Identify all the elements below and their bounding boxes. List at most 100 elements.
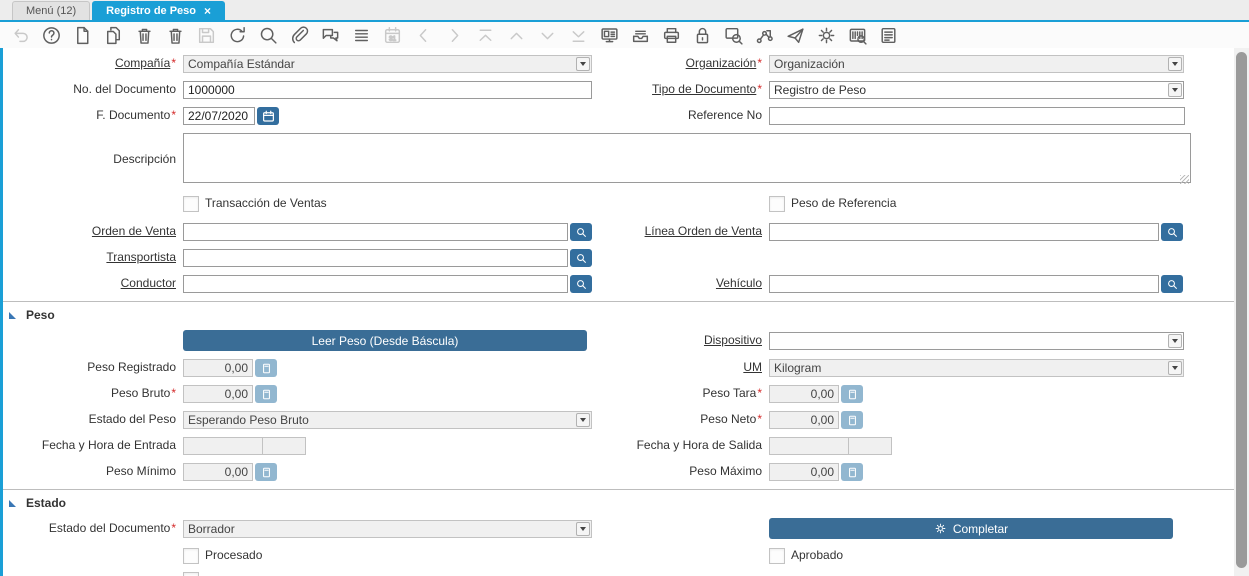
peso-registrado-label: Peso Registrado [6, 359, 183, 377]
new-record-icon[interactable] [71, 24, 93, 46]
partial-checkbox[interactable] [183, 572, 199, 576]
um-select[interactable]: Kilogram [769, 359, 1184, 377]
process-icon[interactable] [815, 24, 837, 46]
gear-icon [934, 522, 947, 535]
procesado-checkbox[interactable] [183, 548, 199, 564]
estado-section-title: Estado [26, 496, 66, 510]
refresh-icon[interactable] [226, 24, 248, 46]
help-icon[interactable] [40, 24, 62, 46]
chevron-down-icon[interactable] [576, 57, 590, 71]
descripcion-label: Descripción [6, 151, 183, 168]
chevron-down-icon[interactable] [576, 522, 590, 536]
peso-minimo-label: Peso Mínimo [6, 463, 183, 481]
um-label: UM [592, 359, 769, 377]
grid-toggle-icon[interactable] [350, 24, 372, 46]
f-documento-label: F. Documento* [6, 107, 183, 125]
aprobado-label: Aprobado [791, 548, 843, 564]
tipo-documento-value: Registro de Peso [774, 83, 866, 97]
chat-icon[interactable] [319, 24, 341, 46]
no-documento-input[interactable] [183, 81, 592, 99]
lookup-search-icon[interactable] [1161, 223, 1183, 241]
calculator-icon[interactable] [255, 463, 277, 481]
delete-selection-icon[interactable] [164, 24, 186, 46]
tab-registro-de-peso[interactable]: Registro de Peso × [92, 1, 225, 20]
chevron-down-icon[interactable] [1168, 334, 1182, 348]
transportista-input[interactable] [183, 249, 568, 267]
previous-record-icon [505, 24, 527, 46]
lock-icon[interactable] [691, 24, 713, 46]
calculator-icon[interactable] [255, 359, 277, 377]
calculator-icon[interactable] [255, 385, 277, 403]
workflow-icon[interactable] [753, 24, 775, 46]
calculator-icon[interactable] [841, 385, 863, 403]
resize-grip-icon[interactable] [1180, 175, 1189, 184]
compania-select[interactable]: Compañía Estándar [183, 55, 592, 73]
aprobado-checkbox[interactable] [769, 548, 785, 564]
close-icon[interactable]: × [204, 5, 211, 17]
print-icon[interactable] [660, 24, 682, 46]
next-record-icon [536, 24, 558, 46]
calendar-icon[interactable] [257, 107, 279, 125]
report-icon[interactable] [598, 24, 620, 46]
section-separator [0, 301, 1234, 302]
linea-orden-venta-input[interactable] [769, 223, 1159, 241]
orden-venta-input[interactable] [183, 223, 568, 241]
peso-section-header[interactable]: Peso [9, 308, 1234, 322]
transaccion-ventas-checkbox[interactable] [183, 196, 199, 212]
transportista-label: Transportista [6, 249, 183, 267]
save-icon [195, 24, 217, 46]
check-requests-icon[interactable] [784, 24, 806, 46]
vehiculo-input[interactable] [769, 275, 1159, 293]
quick-form-icon[interactable] [877, 24, 899, 46]
collapse-triangle-icon[interactable] [9, 500, 16, 507]
estado-documento-label: Estado del Documento* [6, 520, 183, 537]
lookup-search-icon[interactable] [1161, 275, 1183, 293]
zoom-across-icon[interactable] [722, 24, 744, 46]
lookup-search-icon[interactable] [570, 275, 592, 293]
tab-menu[interactable]: Menú (12) [12, 1, 90, 20]
descripcion-textarea[interactable] [183, 133, 1191, 183]
scrollbar-thumb[interactable] [1236, 52, 1247, 568]
peso-referencia-checkbox[interactable] [769, 196, 785, 212]
peso-bruto-input [183, 385, 253, 403]
attachment-icon[interactable] [288, 24, 310, 46]
chevron-down-icon[interactable] [576, 413, 590, 427]
compania-value: Compañía Estándar [188, 57, 295, 71]
reference-no-label: Reference No [592, 107, 769, 125]
dispositivo-select[interactable] [769, 332, 1184, 350]
conductor-input[interactable] [183, 275, 568, 293]
archive-icon[interactable] [629, 24, 651, 46]
peso-bruto-label: Peso Bruto* [6, 385, 183, 403]
form-content: Compañía* Compañía Estándar Organización… [0, 48, 1234, 576]
leer-peso-button[interactable]: Leer Peso (Desde Báscula) [183, 330, 587, 351]
calculator-icon[interactable] [841, 411, 863, 429]
find-icon[interactable] [257, 24, 279, 46]
svg-text:31: 31 [388, 35, 396, 42]
copy-record-icon[interactable] [102, 24, 124, 46]
chevron-down-icon[interactable] [1168, 361, 1182, 375]
estado-section-header[interactable]: Estado [9, 496, 1234, 510]
reference-no-input[interactable] [769, 107, 1185, 125]
peso-tara-input [769, 385, 839, 403]
tab-menu-label: Menú (12) [26, 2, 76, 20]
tipo-documento-select[interactable]: Registro de Peso [769, 81, 1184, 99]
estado-documento-select[interactable]: Borrador [183, 520, 592, 538]
content-accent-bar [0, 48, 3, 576]
lookup-search-icon[interactable] [570, 249, 592, 267]
lookup-search-icon[interactable] [570, 223, 592, 241]
f-documento-input[interactable] [183, 107, 255, 125]
vertical-scrollbar[interactable] [1234, 48, 1249, 576]
detail-record-icon [443, 24, 465, 46]
chevron-down-icon[interactable] [1168, 57, 1182, 71]
chevron-down-icon[interactable] [1168, 83, 1182, 97]
leer-peso-label: Leer Peso (Desde Báscula) [312, 334, 459, 348]
calculator-icon[interactable] [841, 463, 863, 481]
peso-maximo-label: Peso Máximo [592, 463, 769, 481]
estado-peso-select[interactable]: Esperando Peso Bruto [183, 411, 592, 429]
organizacion-select[interactable]: Organización [769, 55, 1184, 73]
collapse-triangle-icon[interactable] [9, 312, 16, 319]
conductor-label: Conductor [6, 275, 183, 293]
product-info-icon[interactable] [846, 24, 868, 46]
completar-button[interactable]: Completar [769, 518, 1173, 539]
delete-record-icon[interactable] [133, 24, 155, 46]
